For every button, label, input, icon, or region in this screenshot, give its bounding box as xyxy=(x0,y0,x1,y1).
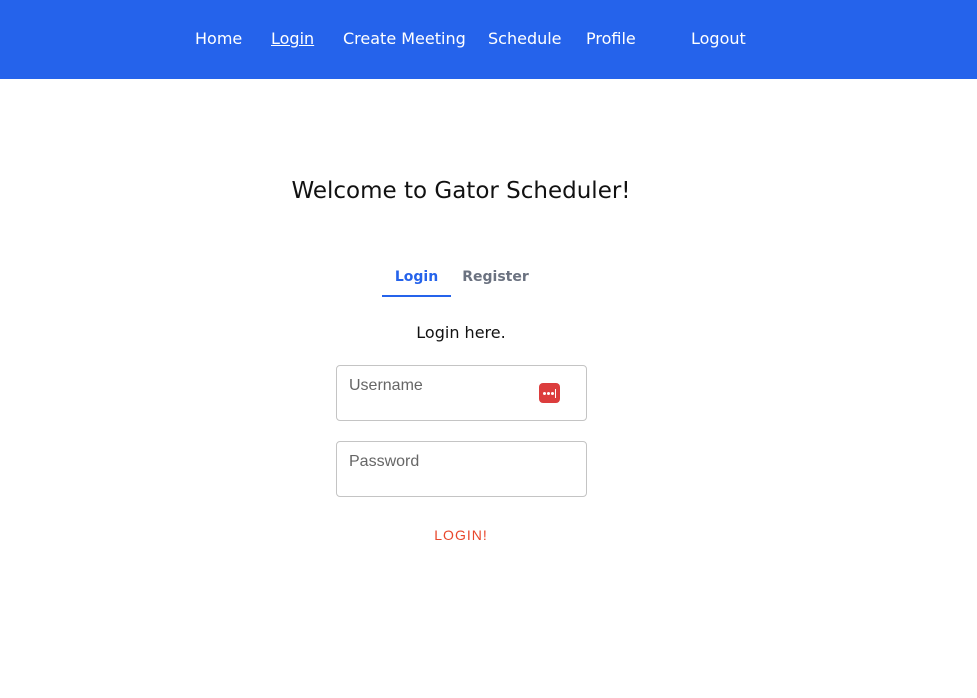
username-input[interactable] xyxy=(349,375,529,397)
page-title: Welcome to Gator Scheduler! xyxy=(291,178,631,204)
nav-profile-link[interactable]: Profile xyxy=(586,29,636,49)
nav-login-link[interactable]: Login xyxy=(271,29,314,49)
auth-tabs: Login Register xyxy=(382,260,532,298)
password-manager-icon-dot xyxy=(543,392,546,395)
password-manager-icon-dot xyxy=(547,392,550,395)
login-subtitle: Login here. xyxy=(416,323,506,342)
nav-create-meeting-link[interactable]: Create Meeting xyxy=(343,29,466,49)
login-button[interactable]: LOGIN! xyxy=(411,522,511,548)
top-navbar: Home Login Create Meeting Schedule Profi… xyxy=(0,0,977,79)
username-field xyxy=(336,365,587,421)
nav-logout-link[interactable]: Logout xyxy=(691,29,746,49)
tab-login[interactable]: Login xyxy=(382,260,451,297)
password-manager-icon-cursor xyxy=(555,389,556,398)
nav-home-link[interactable]: Home xyxy=(195,29,242,49)
password-input[interactable] xyxy=(349,451,529,473)
tab-register[interactable]: Register xyxy=(461,260,530,297)
nav-schedule-link[interactable]: Schedule xyxy=(488,29,562,49)
password-manager-icon-dot xyxy=(551,392,554,395)
password-manager-icon[interactable] xyxy=(539,383,560,403)
password-field xyxy=(336,441,587,497)
